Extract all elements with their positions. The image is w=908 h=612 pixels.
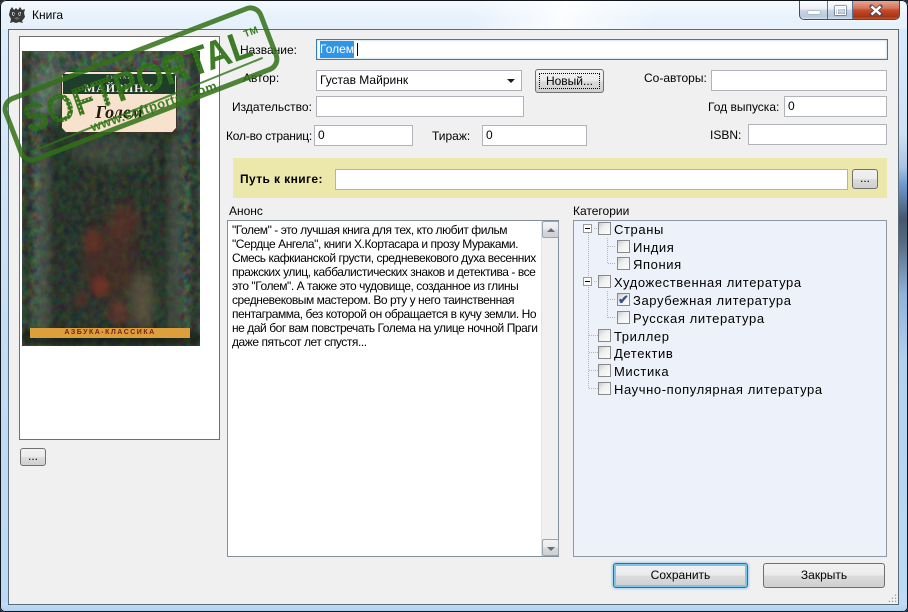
svg-text:TM: TM	[242, 25, 259, 40]
